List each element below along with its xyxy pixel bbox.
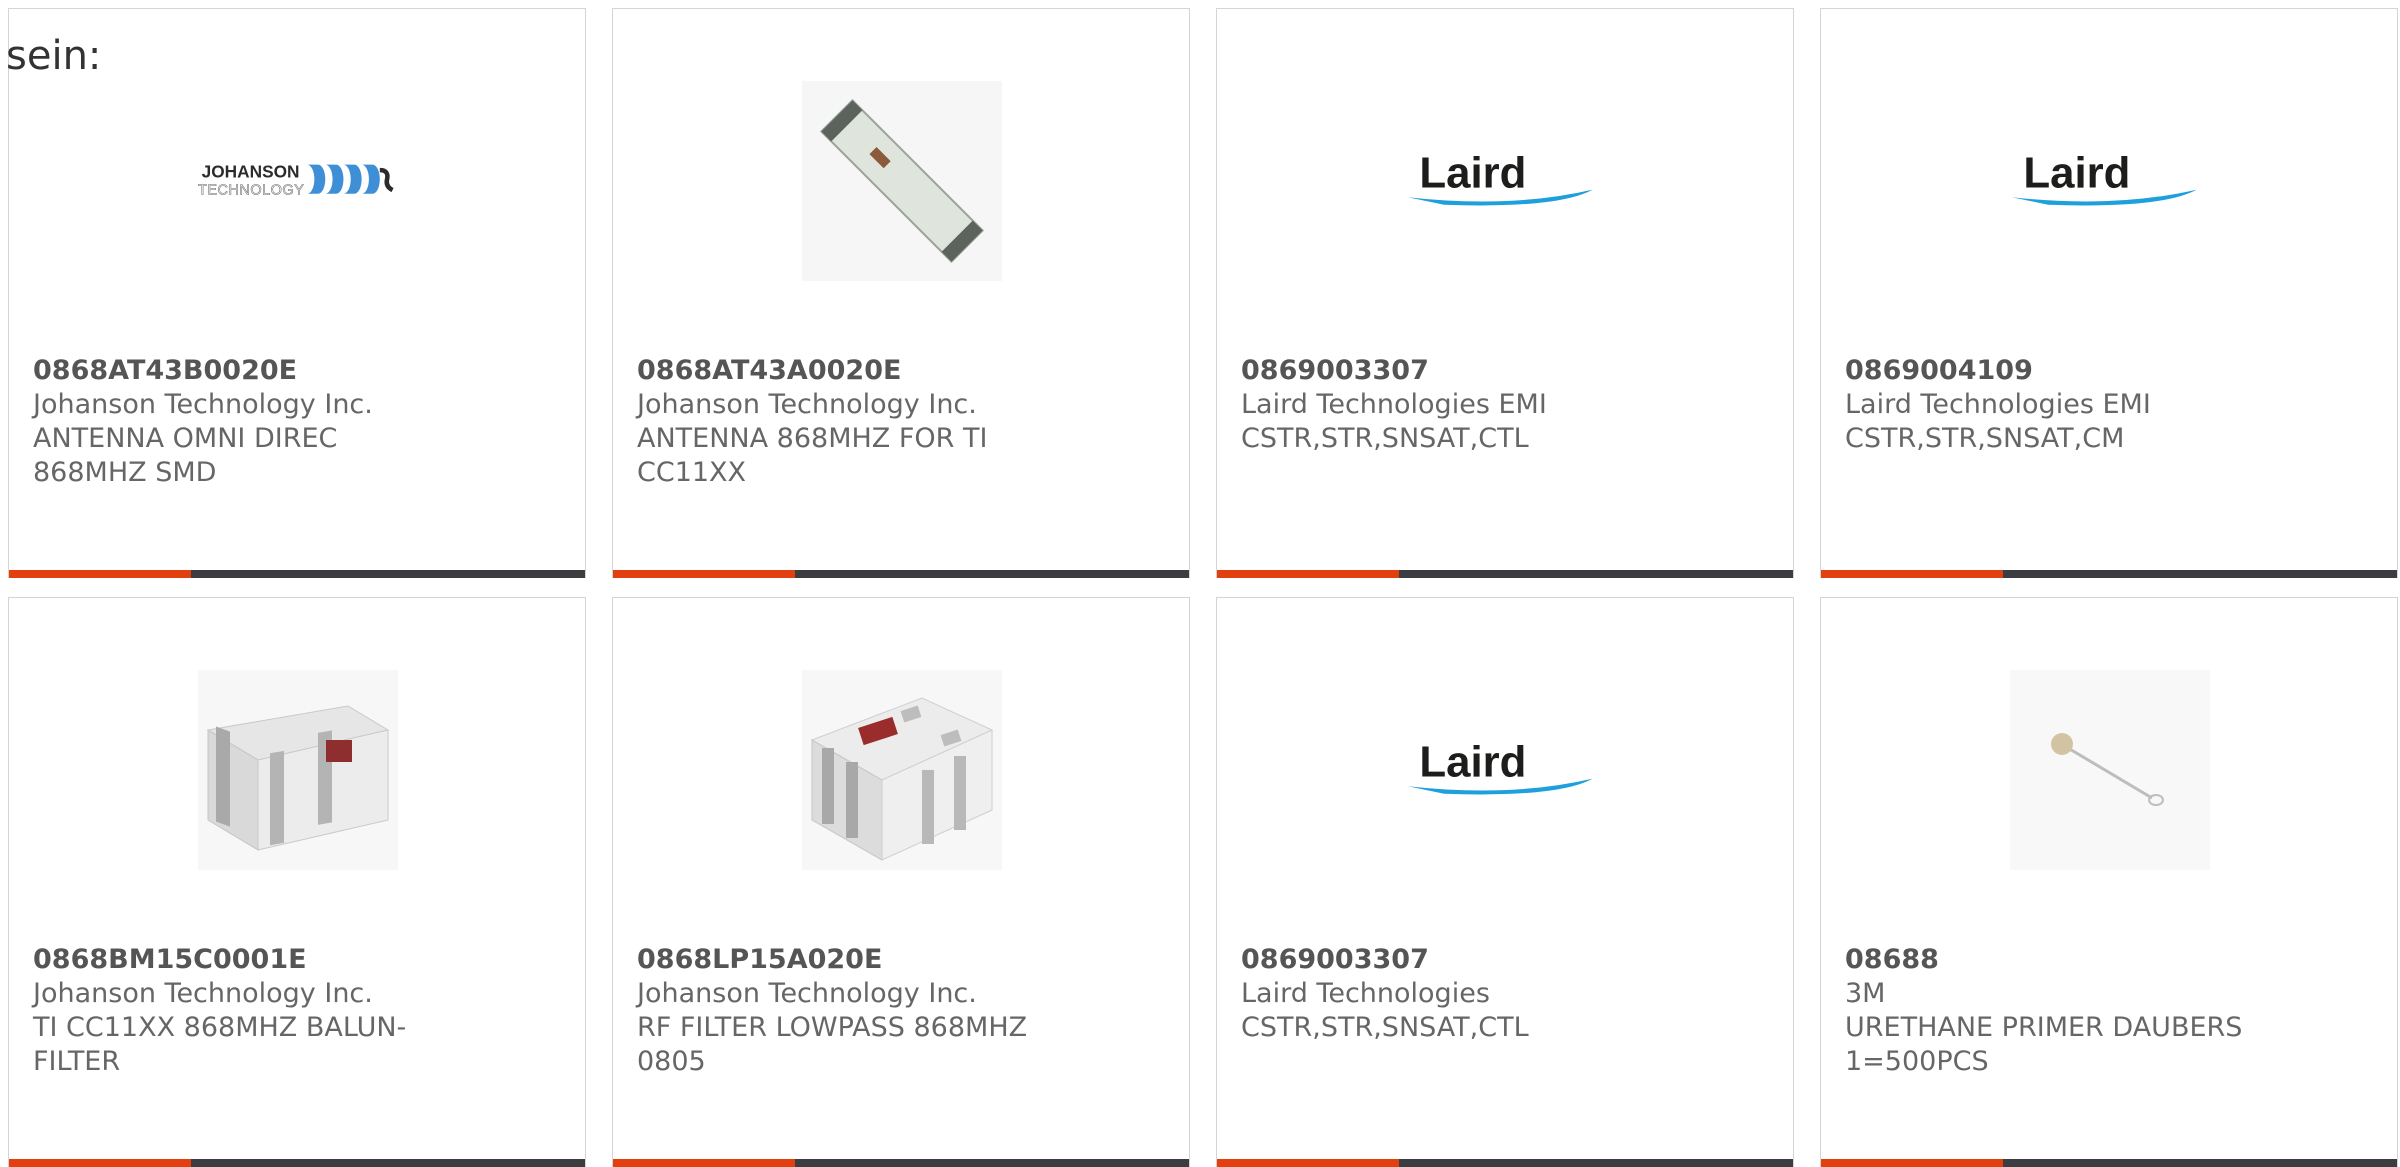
card-footer-bar — [1217, 1159, 1793, 1167]
balun-filter-image — [198, 670, 398, 870]
svg-text:TECHNOLOGY: TECHNOLOGY — [198, 183, 304, 199]
svg-text:Laird: Laird — [2023, 149, 2130, 198]
description: CSTR,STR,SNSAT,CTL — [1241, 423, 1529, 454]
card-footer-bar — [613, 1159, 1189, 1167]
description: TI CC11XX 868MHZ BALUN-FILTER — [33, 1012, 407, 1077]
description: ANTENNA OMNI DIREC 868MHZ SMD — [33, 423, 338, 488]
part-number[interactable]: 0868AT43A0020E — [637, 354, 1057, 388]
product-card[interactable]: Laird 0869003307 Laird Technologies EMI … — [1216, 8, 1794, 578]
manufacturer: Laird Technologies EMI — [1845, 389, 2151, 420]
laird-logo: Laird — [1406, 81, 1606, 281]
product-card[interactable]: JOHANSON TECHNOLOGY 0868AT43B0020E Johan… — [8, 8, 586, 578]
manufacturer: Johanson Technology Inc. — [33, 389, 373, 420]
card-footer-bar — [1217, 570, 1793, 578]
svg-text:JOHANSON: JOHANSON — [202, 161, 300, 181]
laird-logo: Laird — [2010, 81, 2210, 281]
card-footer-bar — [1821, 1159, 2397, 1167]
card-footer-bar — [613, 570, 1189, 578]
svg-text:Laird: Laird — [1419, 149, 1526, 198]
lowpass-filter-image — [802, 670, 1002, 870]
description: URETHANE PRIMER DAUBERS 1=500PCS — [1845, 1012, 2243, 1077]
part-number[interactable]: 0868AT43B0020E — [33, 354, 453, 388]
dauber-image — [2010, 670, 2210, 870]
description: RF FILTER LOWPASS 868MHZ 0805 — [637, 1012, 1028, 1077]
manufacturer: Laird Technologies — [1241, 978, 1490, 1009]
product-card[interactable]: Laird 0869004109 Laird Technologies EMI … — [1820, 8, 2398, 578]
card-footer-bar — [9, 1159, 585, 1167]
product-card[interactable]: 0868BM15C0001E Johanson Technology Inc. … — [8, 597, 586, 1167]
chip-antenna-image — [802, 81, 1002, 281]
product-card[interactable]: 0868LP15A020E Johanson Technology Inc. R… — [612, 597, 1190, 1167]
part-number[interactable]: 0868LP15A020E — [637, 943, 1057, 977]
product-card[interactable]: 08688 3M URETHANE PRIMER DAUBERS 1=500PC… — [1820, 597, 2398, 1167]
part-number[interactable]: 0868BM15C0001E — [33, 943, 453, 977]
part-number[interactable]: 0869003307 — [1241, 943, 1661, 977]
part-number[interactable]: 08688 — [1845, 943, 2265, 977]
card-footer-bar — [9, 570, 585, 578]
product-card[interactable]: 0868AT43A0020E Johanson Technology Inc. … — [612, 8, 1190, 578]
card-footer-bar — [1821, 570, 2397, 578]
description: ANTENNA 868MHZ FOR TI CC11XX — [637, 423, 988, 488]
manufacturer: Johanson Technology Inc. — [33, 978, 373, 1009]
laird-logo: Laird — [1406, 670, 1606, 870]
manufacturer: Johanson Technology Inc. — [637, 978, 977, 1009]
description: CSTR,STR,SNSAT,CTL — [1241, 1012, 1529, 1043]
svg-text:Laird: Laird — [1419, 738, 1526, 787]
manufacturer: 3M — [1845, 978, 1886, 1009]
part-number[interactable]: 0869004109 — [1845, 354, 2265, 388]
manufacturer: Laird Technologies EMI — [1241, 389, 1547, 420]
intro-text: sein: — [6, 33, 102, 79]
part-number[interactable]: 0869003307 — [1241, 354, 1661, 388]
johanson-logo: JOHANSON TECHNOLOGY — [198, 81, 398, 281]
description: CSTR,STR,SNSAT,CM — [1845, 423, 2125, 454]
product-card[interactable]: Laird 0869003307 Laird Technologies CSTR… — [1216, 597, 1794, 1167]
manufacturer: Johanson Technology Inc. — [637, 389, 977, 420]
